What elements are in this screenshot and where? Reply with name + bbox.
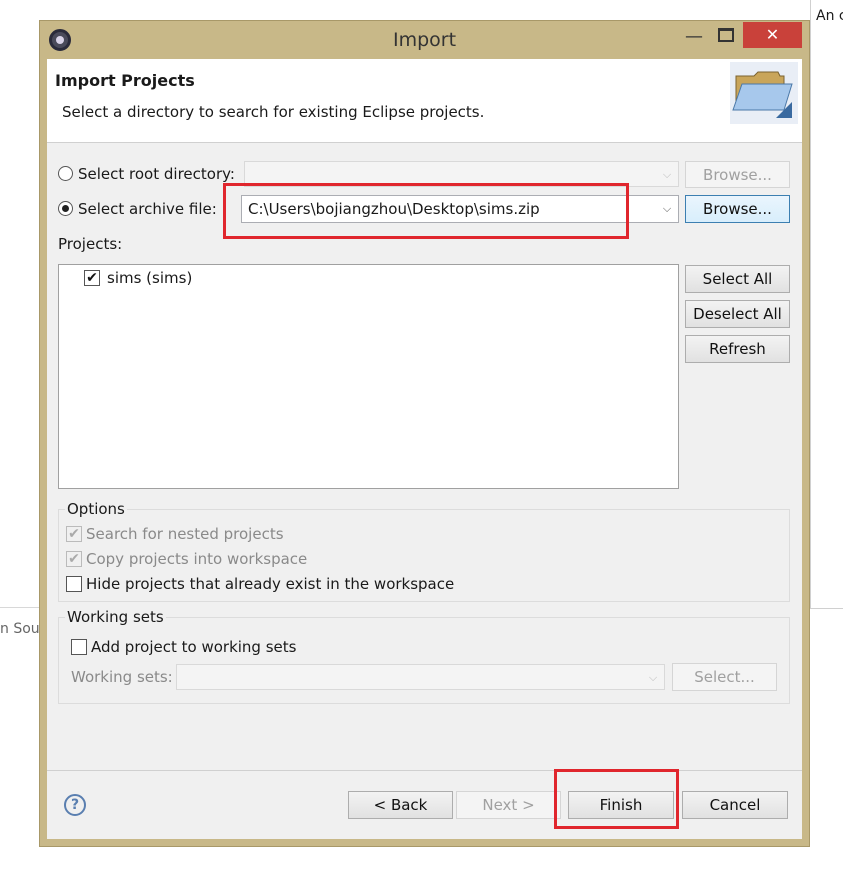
back-button[interactable]: < Back [348,791,453,819]
close-button[interactable]: ✕ [743,22,802,48]
maximize-button[interactable] [718,28,734,42]
hide-existing-checkbox[interactable] [66,576,82,592]
next-button[interactable]: Next > [456,791,561,819]
copy-projects-label: Copy projects into workspace [86,550,308,568]
help-icon[interactable]: ? [64,794,86,816]
projects-list[interactable]: ✔ sims (sims) [58,264,679,489]
root-directory-label: Select root directory: [78,165,235,183]
root-browse-button[interactable]: Browse... [685,161,790,188]
copy-projects-checkbox[interactable]: ✔ [66,551,82,567]
background-window-edge [810,608,843,609]
footer-separator [47,770,802,771]
chevron-down-icon[interactable]: ⌵ [646,668,660,688]
archive-file-radio[interactable] [58,201,73,216]
highlight-archive-path [223,183,629,239]
working-sets-label: Working sets: [71,668,173,686]
root-directory-radio[interactable] [58,166,73,181]
select-all-button[interactable]: Select All [685,265,790,293]
add-working-set-label: Add project to working sets [91,638,297,656]
background-text: An c [816,8,843,24]
archive-file-label: Select archive file: [78,200,217,218]
open-folder-icon [730,62,798,124]
project-item-label[interactable]: sims (sims) [107,269,192,287]
refresh-button[interactable]: Refresh [685,335,790,363]
working-sets-title: Working sets [65,608,166,626]
working-sets-select-button[interactable]: Select... [672,663,777,691]
deselect-all-button[interactable]: Deselect All [685,300,790,328]
page-description: Select a directory to search for existin… [62,103,485,121]
add-working-set-checkbox[interactable] [71,639,87,655]
hide-existing-label: Hide projects that already exist in the … [86,575,455,593]
page-title: Import Projects [55,71,195,90]
archive-browse-button[interactable]: Browse... [685,195,790,223]
nested-projects-label: Search for nested projects [86,525,284,543]
background-divider [0,607,40,608]
background-window-edge [810,0,811,608]
cancel-button[interactable]: Cancel [682,791,788,819]
highlight-finish-button [554,769,679,829]
chevron-down-icon[interactable]: ⌵ [660,199,674,219]
nested-projects-checkbox[interactable]: ✔ [66,526,82,542]
options-title: Options [65,500,127,518]
working-sets-combo[interactable]: ⌵ [176,664,665,690]
project-checkbox[interactable]: ✔ [84,270,100,286]
minimize-button[interactable]: — [680,28,708,48]
chevron-down-icon[interactable]: ⌵ [660,165,674,185]
projects-label: Projects: [58,235,123,253]
